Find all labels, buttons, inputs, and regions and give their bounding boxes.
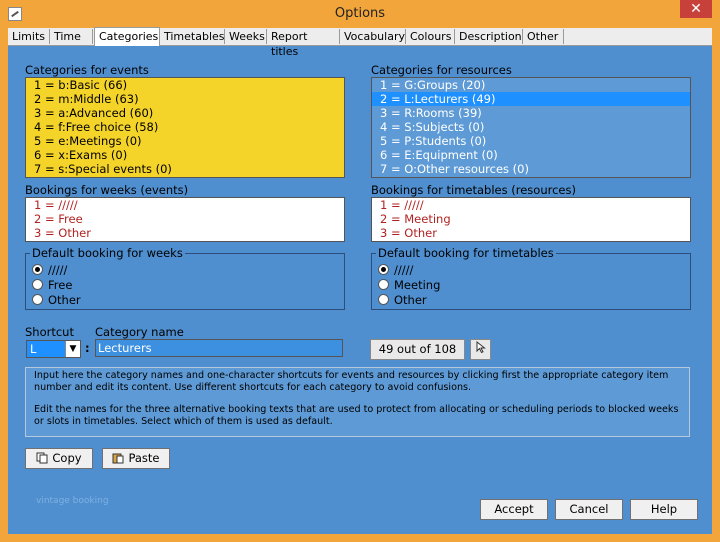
tab-colours[interactable]: Colours (406, 29, 455, 44)
radio-label: ///// (48, 263, 68, 277)
list-item[interactable]: 5 = e:Meetings (0) (26, 134, 344, 148)
shortcut-separator: : (85, 341, 90, 355)
list-item[interactable]: 1 = ///// (26, 198, 344, 212)
list-item[interactable]: 4 = f:Free choice (58) (26, 120, 344, 134)
list-item[interactable]: 2 = m:Middle (63) (26, 92, 344, 106)
list-item[interactable]: 7 = s:Special events (0) (26, 162, 344, 176)
list-item[interactable]: 1 = b:Basic (66) (26, 78, 344, 92)
list-item[interactable]: 3 = Other (26, 226, 344, 240)
list-item[interactable]: 5 = P:Students (0) (372, 134, 690, 148)
resources-categories-label: Categories for resources (371, 63, 512, 77)
accept-button[interactable]: Accept (480, 499, 548, 520)
tab-bar: Limits Time Categories Timetables Weeks … (8, 27, 712, 58)
shortcut-value: L (30, 342, 37, 356)
default-booking-timetables-group: Default booking for timetables ///// Mee… (371, 246, 691, 310)
radio-option[interactable]: Meeting (378, 278, 440, 293)
shortcut-select[interactable]: L ▼ (26, 340, 81, 358)
radio-option[interactable]: Other (378, 293, 427, 308)
radio-option[interactable]: ///// (32, 263, 67, 278)
radio-unchecked-icon[interactable] (378, 294, 389, 305)
radio-label: Meeting (394, 278, 441, 292)
help-paragraph: Input here the category names and one-ch… (34, 370, 669, 393)
tab-categories[interactable]: Categories (94, 27, 160, 46)
list-item[interactable]: 7 = O:Other resources (0) (372, 162, 690, 176)
radio-label: Free (48, 278, 73, 292)
category-name-label: Category name (95, 325, 184, 339)
default-booking-timetables-legend: Default booking for timetables (376, 246, 556, 260)
list-item[interactable]: 2 = Meeting (372, 212, 690, 226)
help-text-box: Input here the category names and one-ch… (25, 367, 690, 437)
chevron-down-icon[interactable]: ▼ (65, 341, 80, 357)
tab-time[interactable]: Time (50, 29, 93, 44)
list-item[interactable]: 3 = R:Rooms (39) (372, 106, 690, 120)
radio-option[interactable]: ///// (378, 263, 413, 278)
bookings-weeks-list: 1 = ///// 2 = Free 3 = Other (25, 197, 345, 242)
dialog-body: Limits Time Categories Timetables Weeks … (8, 27, 712, 534)
events-categories-list: 1 = b:Basic (66) 2 = m:Middle (63) 3 = a… (25, 77, 345, 178)
category-counter: 49 out of 108 (370, 339, 465, 360)
list-item[interactable]: 4 = S:Subjects (0) (372, 120, 690, 134)
radio-checked-icon[interactable] (378, 264, 389, 275)
list-item[interactable]: 1 = G:Groups (20) (372, 78, 690, 92)
tab-report-titles[interactable]: Report titles (267, 29, 340, 58)
tab-weeks[interactable]: Weeks (225, 29, 267, 44)
radio-unchecked-icon[interactable] (32, 294, 43, 305)
edit-pointer-icon[interactable] (470, 339, 491, 360)
help-paragraph: Edit the names for the three alternative… (34, 404, 679, 427)
list-item[interactable]: 1 = ///// (372, 198, 690, 212)
list-item[interactable]: 2 = Free (26, 212, 344, 226)
default-booking-weeks-group: Default booking for weeks ///// Free Oth… (25, 246, 345, 310)
list-item[interactable]: 3 = a:Advanced (60) (26, 106, 344, 120)
paste-button[interactable]: Paste (102, 448, 170, 469)
help-button[interactable]: Help (630, 499, 698, 520)
bookings-weeks-label: Bookings for weeks (events) (25, 183, 189, 197)
list-item[interactable]: 6 = x:Exams (0) (26, 148, 344, 162)
list-item[interactable]: 3 = Other (372, 226, 690, 240)
tab-timetables[interactable]: Timetables (160, 29, 225, 44)
bookings-timetables-list: 1 = ///// 2 = Meeting 3 = Other (371, 197, 691, 242)
tab-description[interactable]: Description (455, 29, 523, 44)
resources-categories-list: 1 = G:Groups (20) 2 = L:Lecturers (49) 3… (371, 77, 691, 178)
copy-label: Copy (52, 451, 82, 465)
watermark-text: vintage booking (36, 496, 109, 506)
radio-label: Other (394, 293, 427, 307)
radio-checked-icon[interactable] (32, 264, 43, 275)
paste-icon (112, 451, 124, 464)
radio-option[interactable]: Free (32, 278, 72, 293)
shortcut-label: Shortcut (25, 325, 74, 339)
list-item[interactable]: 6 = E:Equipment (0) (372, 148, 690, 162)
close-button[interactable]: ✕ (680, 0, 712, 18)
bookings-timetables-label: Bookings for timetables (resources) (371, 183, 576, 197)
copy-button[interactable]: Copy (25, 448, 93, 469)
options-window: Options ✕ Limits Time Categories Timetab… (0, 0, 720, 542)
radio-unchecked-icon[interactable] (378, 279, 389, 290)
cancel-button[interactable]: Cancel (555, 499, 623, 520)
default-booking-weeks-legend: Default booking for weeks (30, 246, 185, 260)
events-categories-label: Categories for events (25, 63, 149, 77)
radio-label: ///// (394, 263, 414, 277)
tab-vocabulary[interactable]: Vocabulary (340, 29, 406, 44)
radio-label: Other (48, 293, 81, 307)
tab-other[interactable]: Other (523, 29, 564, 44)
window-title: Options (334, 6, 386, 21)
copy-icon (36, 451, 48, 464)
paste-label: Paste (128, 451, 160, 465)
title-bar: Options ✕ (0, 0, 720, 26)
radio-unchecked-icon[interactable] (32, 279, 43, 290)
tab-limits[interactable]: Limits (8, 29, 50, 44)
category-name-input[interactable]: Lecturers (95, 339, 343, 357)
list-item-selected[interactable]: 2 = L:Lecturers (49) (372, 92, 690, 106)
radio-option[interactable]: Other (32, 293, 81, 308)
